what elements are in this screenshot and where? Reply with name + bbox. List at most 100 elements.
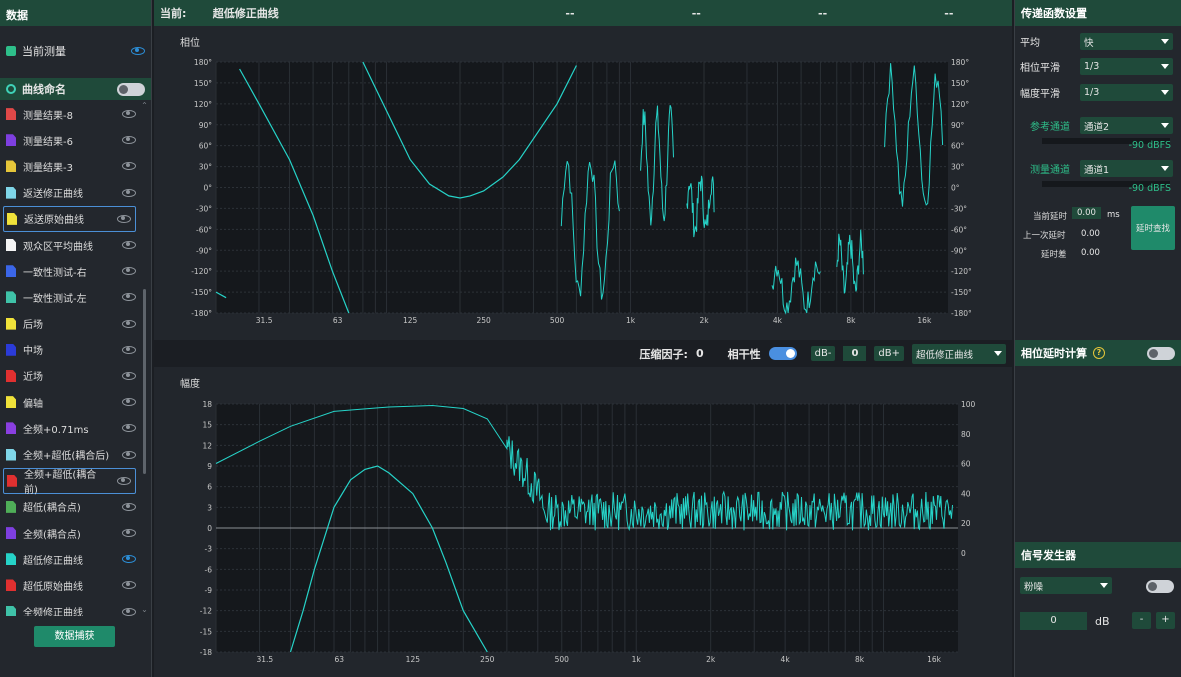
- average-value: 快: [1084, 37, 1094, 49]
- generator-level-input[interactable]: 0: [1020, 612, 1087, 630]
- average-select[interactable]: 快: [1080, 33, 1173, 50]
- curve-list-item[interactable]: 全频+0.71ms: [0, 415, 140, 441]
- eye-icon[interactable]: [131, 47, 145, 55]
- eye-icon[interactable]: [122, 267, 136, 276]
- reference-channel-select[interactable]: 通道2: [1080, 117, 1173, 134]
- readout-1: --: [565, 6, 575, 20]
- y-tick-label: 90°: [199, 121, 213, 130]
- curve-list-item[interactable]: 近场: [0, 363, 140, 389]
- eye-icon[interactable]: [122, 110, 136, 119]
- eye-icon[interactable]: [122, 424, 136, 433]
- gear-icon[interactable]: [6, 84, 16, 94]
- y2-tick-label: 80: [961, 430, 971, 439]
- generator-minus-button[interactable]: -: [1132, 612, 1151, 629]
- find-delay-button[interactable]: 延时查找: [1131, 206, 1175, 250]
- file-icon: [7, 474, 17, 487]
- capture-data-button[interactable]: 数据捕获: [34, 626, 115, 647]
- magnitude-smooth-select[interactable]: 1/3: [1080, 84, 1173, 101]
- eye-icon[interactable]: [122, 529, 136, 538]
- noise-type-select[interactable]: 粉噪: [1020, 577, 1112, 594]
- curve-list-item[interactable]: 全频修正曲线: [0, 599, 140, 616]
- curve-list-item[interactable]: 全频+超低(耦合前): [3, 467, 136, 496]
- eye-icon[interactable]: [122, 581, 136, 590]
- coherence-toggle[interactable]: [768, 347, 797, 360]
- curve-list-item[interactable]: 中场: [0, 337, 140, 363]
- phase-chart[interactable]: 180° 180° 150° 150° 120° 120° 90° 90° 60° 60° 30° 3…: [154, 26, 1012, 340]
- measure-channel-select[interactable]: 通道1: [1080, 160, 1173, 177]
- app-window: 数据 当前测量 曲线命名 测量结果-8 测量结果-6 测量结果-3 返送修正曲线 返送原…: [0, 0, 1181, 677]
- data-panel-header: 数据: [0, 0, 151, 26]
- eye-icon[interactable]: [117, 214, 131, 223]
- curve-list-item[interactable]: 观众区平均曲线: [0, 232, 140, 258]
- x-tick-label: 125: [406, 655, 421, 664]
- current-delay-value[interactable]: 0.00: [1072, 207, 1101, 219]
- eye-icon[interactable]: [122, 293, 136, 302]
- y-tick-label: 180°: [194, 58, 212, 67]
- curve-list-item[interactable]: 测量结果-6: [0, 127, 140, 153]
- eye-icon[interactable]: [122, 502, 136, 511]
- y-tick-label: -9: [205, 586, 213, 595]
- chevron-down-icon: [1161, 123, 1169, 128]
- eye-icon[interactable]: [122, 555, 136, 564]
- scroll-up-icon[interactable]: ⌃: [141, 102, 148, 110]
- curve-list-item[interactable]: 一致性测试-右: [0, 258, 140, 284]
- current-curve-name: 超低修正曲线: [212, 7, 279, 20]
- x-tick-label: 2k: [706, 655, 716, 664]
- curve-list-item[interactable]: 全频(耦合点): [0, 520, 140, 546]
- eye-icon[interactable]: [122, 162, 136, 171]
- meter-icon: [6, 46, 16, 56]
- curve-label: 超低(耦合点): [23, 503, 81, 515]
- eye-icon[interactable]: [122, 371, 136, 380]
- scroll-thumb[interactable]: [143, 289, 146, 474]
- x-tick-label: 1k: [626, 316, 636, 325]
- curve-list-item[interactable]: 测量结果-8: [0, 101, 140, 127]
- curve-list-item[interactable]: 超低原始曲线: [0, 572, 140, 598]
- generator-plus-button[interactable]: +: [1156, 612, 1175, 629]
- db-value[interactable]: 0: [843, 346, 867, 361]
- db-minus-button[interactable]: dB-: [810, 346, 836, 361]
- curve-list-item[interactable]: 全频+超低(耦合后): [0, 441, 140, 467]
- curve-label: 超低修正曲线: [23, 555, 83, 567]
- curve-list-item[interactable]: 超低(耦合点): [0, 494, 140, 520]
- current-measure-row[interactable]: 当前测量: [0, 34, 151, 68]
- curve-list-item[interactable]: 返送修正曲线: [0, 180, 140, 206]
- file-icon: [6, 108, 16, 121]
- magnitude-smooth-label: 幅度平滑: [1020, 89, 1060, 100]
- file-icon: [6, 422, 16, 435]
- eye-icon[interactable]: [122, 136, 136, 145]
- curve-list-item[interactable]: 偏轴: [0, 389, 140, 415]
- x-tick-label: 250: [480, 655, 495, 664]
- y2-tick-label: 100: [961, 400, 976, 409]
- eye-icon[interactable]: [122, 345, 136, 354]
- scroll-down-icon[interactable]: ⌄: [141, 606, 148, 614]
- db-plus-button[interactable]: dB+: [874, 346, 904, 361]
- phase-smooth-select[interactable]: 1/3: [1080, 58, 1173, 75]
- current-delay-unit: ms: [1107, 210, 1120, 220]
- curve-list-item[interactable]: 超低修正曲线: [0, 546, 140, 572]
- curve-list-item[interactable]: 一致性测试-左: [0, 284, 140, 310]
- curve-list-item[interactable]: 后场: [0, 311, 140, 337]
- curve-naming-toggle[interactable]: [117, 82, 145, 96]
- curve-label: 一致性测试-左: [23, 293, 87, 305]
- compress-label: 压缩因子:: [639, 347, 688, 361]
- curve-label: 返送原始曲线: [24, 215, 84, 227]
- magnitude-chart[interactable]: 1815129630-3-6-9-12-15-1810080604020031.…: [154, 367, 1012, 677]
- phase-delay-toggle[interactable]: [1147, 346, 1175, 360]
- eye-icon[interactable]: [117, 476, 131, 485]
- eye-icon[interactable]: [122, 241, 136, 250]
- generator-toggle[interactable]: [1146, 580, 1174, 593]
- help-icon[interactable]: ?: [1093, 347, 1105, 359]
- curve-list-item[interactable]: 返送原始曲线: [3, 205, 136, 232]
- curve-select[interactable]: 超低修正曲线: [912, 343, 1006, 364]
- eye-icon[interactable]: [122, 398, 136, 407]
- curve-list-scrollbar[interactable]: ⌃ ⌄: [141, 102, 148, 614]
- eye-icon[interactable]: [122, 319, 136, 328]
- eye-icon[interactable]: [122, 188, 136, 197]
- curve-label: 全频+0.71ms: [23, 424, 89, 436]
- reference-channel-value: 通道2: [1084, 121, 1110, 133]
- curve-list-item[interactable]: 测量结果-3: [0, 153, 140, 179]
- reference-level-text: -90 dBFS: [1128, 140, 1171, 151]
- eye-icon[interactable]: [122, 450, 136, 459]
- eye-icon[interactable]: [122, 607, 136, 616]
- chevron-down-icon: [1100, 583, 1108, 588]
